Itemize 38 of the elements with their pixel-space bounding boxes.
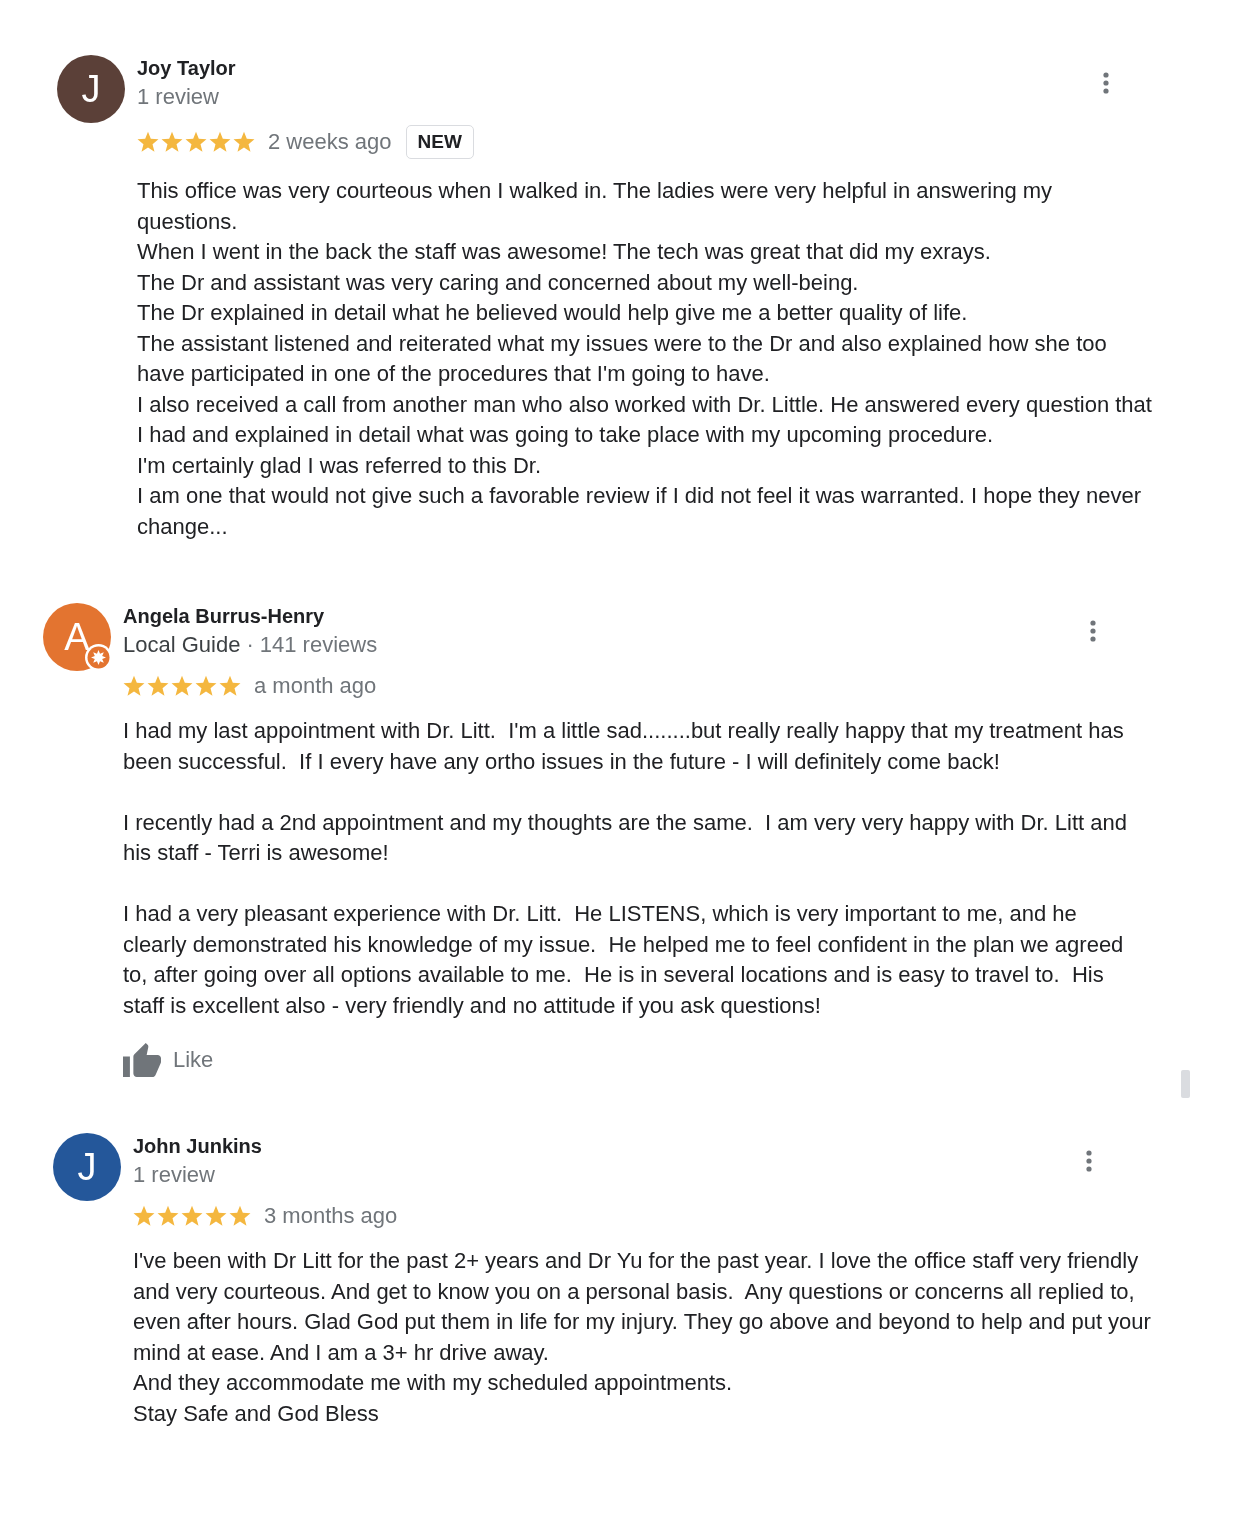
star-icon	[147, 675, 169, 697]
local-guide-label: Local Guide	[123, 632, 241, 657]
review-date: 2 weeks ago	[268, 129, 392, 155]
avatar[interactable]: J	[57, 55, 125, 123]
more-options-icon	[1103, 72, 1109, 94]
review-count: 141 reviews	[259, 632, 378, 657]
star-icon	[209, 131, 231, 153]
star-icon	[171, 675, 193, 697]
star-icon	[185, 131, 207, 153]
thumbs-up-icon	[123, 1043, 161, 1077]
star-icon	[219, 675, 241, 697]
star-icon	[133, 1205, 155, 1227]
review-count: 1 review	[137, 84, 219, 109]
star-icon	[181, 1205, 203, 1227]
star-icon	[205, 1205, 227, 1227]
review-date: a month ago	[254, 673, 377, 699]
star-icon	[137, 131, 159, 153]
review-text: I've been with Dr Litt for the past 2+ years and Dr Yu for the past year. I love the office staff very friendly and very courteous. And get to know you on a personal basis. Any questions or concerns all replied to, even after hours. Glad God put them in life for my injury. They go above and beyond to help and put your mind at ease. And I am a 3+ hr drive away. And they accommodate me with my scheduled appointments. Stay Safe and God Bless	[133, 1247, 1152, 1428]
review-text: I had my last appointment with Dr. Litt. I'm a little sad........but really really happy that my treatment has been successful. If I every have any ortho issues in the future - I will definitely come back! I recently had a 2nd appointment and my thoughts are the same. I am very very happy with Dr. Litt and his staff - Terri is awesome! I had a very pleasant experience with Dr. Litt. He LISTENS, which is very important to me, and he clearly demonstrated his knowledge of my issue. He helped me to feel confident in the plan we agreed to, after going over all options available to me. He is in several locations and is easy to travel to. His staff is excellent also - very friendly and no attitude if you ask questions!	[123, 717, 1128, 1020]
more-options-icon	[1090, 620, 1096, 642]
scrollbar-thumb[interactable]	[1181, 1070, 1190, 1098]
star-icon	[233, 131, 255, 153]
review-text: This office was very courteous when I walked in. The ladies were very helpful in answering my questions. When I went in the back the staff was awesome! The tech was great that did my exrays. The Dr and assistant was very caring and concerned about my well-being. The Dr explained in detail what he believed would help give me a better quality of life. The assistant listened and reiterated what my issues were to the Dr and also explained how she too have participated in one of the procedures that I'm going to have. I also received a call from another man who also worked with Dr. Little. He answered every question that I had and explained in detail what was going to take place with my upcoming procedure. I'm certainly glad I was referred to this Dr. I am one that would not give such a favorable review if I did not feel it was warranted. I hope they never change...	[137, 177, 1153, 541]
reviewer-name[interactable]: Angela Burrus-Henry	[123, 602, 378, 630]
more-options-icon	[1086, 1150, 1092, 1172]
reviewer-name[interactable]: John Junkins	[133, 1132, 262, 1160]
star-icon	[161, 131, 183, 153]
star-icon	[157, 1205, 179, 1227]
new-badge: NEW	[405, 125, 474, 159]
star-icon	[195, 675, 217, 697]
separator-dot: ·	[246, 632, 254, 657]
reviewer-name[interactable]: Joy Taylor	[137, 54, 236, 82]
like-button[interactable]: Like	[123, 1043, 214, 1077]
review-count: 1 review	[133, 1162, 215, 1187]
avatar[interactable]: J	[53, 1133, 121, 1201]
review-date: 3 months ago	[264, 1203, 398, 1229]
star-icon	[123, 675, 145, 697]
star-icon	[229, 1205, 251, 1227]
